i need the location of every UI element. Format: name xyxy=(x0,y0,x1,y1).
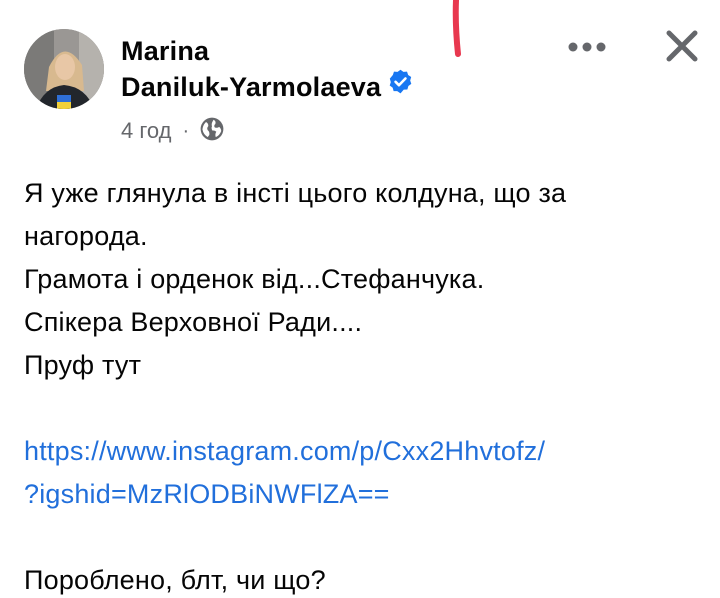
close-icon xyxy=(666,30,698,62)
red-mark xyxy=(452,0,461,57)
globe-icon[interactable] xyxy=(199,116,225,148)
author-name[interactable]: Marina Daniluk-Yarmolaeva xyxy=(121,33,414,107)
post-line: Грамота і орденок від...Стефанчука. xyxy=(24,264,485,294)
post-spacer xyxy=(24,387,704,430)
post-line: Я уже глянула в інсті цього колдуна, що … xyxy=(24,178,567,208)
post-line: нагорода. xyxy=(24,221,148,251)
post-line: Пруф тут xyxy=(24,350,142,380)
author-last-name[interactable]: Daniluk-Yarmolaeva xyxy=(121,72,381,102)
instagram-link-continued[interactable]: ?igshid=MzRlODBiNWFlZA== xyxy=(24,473,704,516)
post-meta: 4 год · xyxy=(121,116,225,146)
post-closing-line: Пороблено, блт, чи що? xyxy=(24,565,326,595)
post-line: Спікера Верховної Ради.... xyxy=(24,307,363,337)
instagram-link[interactable]: https://www.instagram.com/p/Cxx2Hhvtofz/ xyxy=(24,430,704,473)
close-button[interactable] xyxy=(660,24,704,68)
post-time[interactable]: 4 год xyxy=(121,118,171,144)
post-spacer xyxy=(24,516,704,559)
author-first-name[interactable]: Marina xyxy=(121,33,414,69)
post-text: Я уже глянула в інсті цього колдуна, що … xyxy=(24,172,704,598)
verified-badge-icon xyxy=(387,68,414,104)
meta-separator: · xyxy=(182,119,190,142)
avatar[interactable] xyxy=(24,29,104,109)
more-options-icon xyxy=(568,42,606,52)
more-options-button[interactable] xyxy=(563,32,611,62)
